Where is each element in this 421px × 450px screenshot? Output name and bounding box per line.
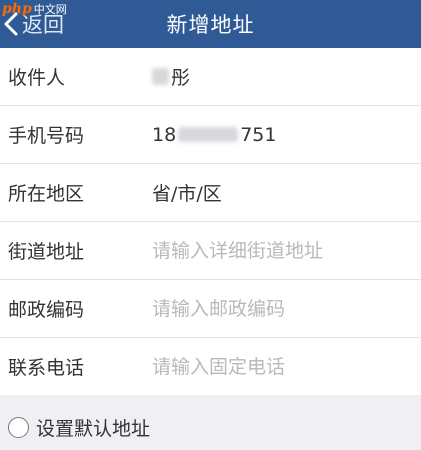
- landline-label: 联系电话: [8, 357, 85, 379]
- postal-input[interactable]: [152, 297, 412, 320]
- street-row: 街道地址: [0, 222, 421, 280]
- region-value[interactable]: 省/市/区: [152, 179, 222, 206]
- phone-row[interactable]: 手机号码 18 751: [0, 106, 421, 164]
- page-title: 新增地址: [166, 13, 255, 37]
- street-input[interactable]: [152, 239, 412, 262]
- postal-row: 邮政编码: [0, 280, 421, 338]
- recipient-value[interactable]: 彤: [152, 63, 190, 90]
- region-label: 所在地区: [8, 183, 85, 205]
- watermark-logo: php: [2, 1, 32, 17]
- recipient-label: 收件人: [8, 67, 66, 89]
- watermark-text: 中文网: [33, 3, 67, 16]
- phone-value[interactable]: 18 751: [152, 124, 276, 146]
- landline-input[interactable]: [152, 355, 412, 378]
- default-address-radio[interactable]: [8, 417, 29, 438]
- watermark: php 中文网: [2, 0, 67, 18]
- nav-bar: 返回 新增地址 php 中文网: [0, 0, 421, 48]
- address-form: 收件人 彤 手机号码 18 751 所在地区 省/市/区 街道地址 邮政编码 联…: [0, 48, 421, 395]
- street-label: 街道地址: [8, 241, 85, 263]
- masked-text: [152, 68, 169, 85]
- postal-label: 邮政编码: [8, 299, 85, 321]
- default-address-row[interactable]: 设置默认地址: [0, 405, 421, 450]
- phone-suffix: 751: [240, 123, 277, 146]
- region-row[interactable]: 所在地区 省/市/区: [0, 164, 421, 222]
- recipient-name: 彤: [171, 67, 191, 89]
- phone-prefix: 18: [152, 123, 177, 146]
- default-address-label: 设置默认地址: [36, 418, 151, 440]
- phone-label: 手机号码: [8, 125, 85, 147]
- landline-row: 联系电话: [0, 338, 421, 395]
- masked-digits: [178, 127, 239, 142]
- recipient-row[interactable]: 收件人 彤: [0, 48, 421, 106]
